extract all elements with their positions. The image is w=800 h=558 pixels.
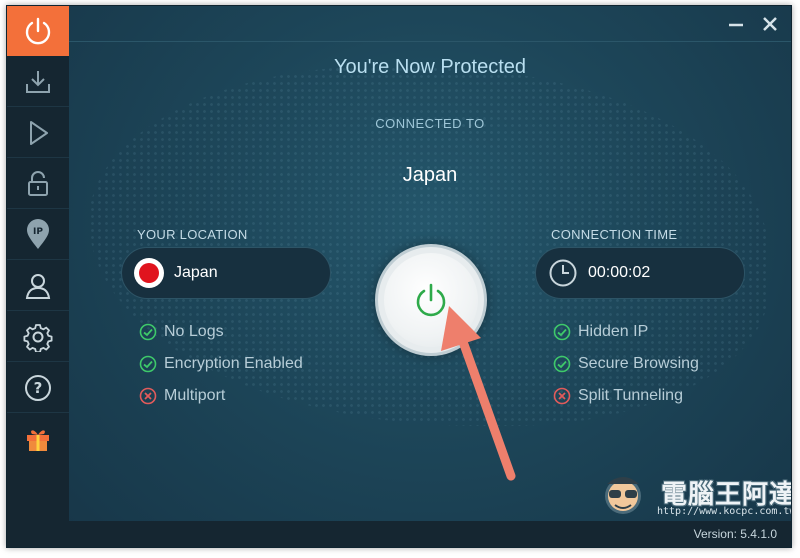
svg-text:IP: IP (33, 227, 43, 237)
version-label: Version: 5.4.1.0 (693, 527, 777, 541)
sidebar-item-download[interactable] (7, 57, 69, 107)
gift-icon (27, 430, 49, 451)
svg-text:?: ? (34, 379, 43, 397)
sidebar-item-play[interactable] (7, 108, 69, 158)
unlock-icon (28, 170, 48, 196)
sidebar-item-settings[interactable] (7, 312, 69, 362)
footer-bar: Version: 5.4.1.0 (69, 521, 791, 547)
sidebar: IP ? (7, 6, 69, 547)
app-window: IP ? You're Now Protected CONNECTED TO J… (6, 5, 792, 548)
power-icon (25, 17, 51, 45)
sidebar-item-gift[interactable] (7, 414, 69, 464)
play-icon (30, 120, 48, 145)
sidebar-item-help[interactable]: ? (7, 363, 69, 413)
ip-pin-icon: IP (27, 218, 49, 249)
help-icon: ? (25, 374, 51, 401)
sidebar-item-power[interactable] (7, 6, 69, 56)
sidebar-item-ip[interactable]: IP (7, 210, 69, 260)
gear-icon (23, 323, 53, 352)
download-icon (26, 70, 50, 93)
sidebar-item-account[interactable] (7, 261, 69, 311)
mascot-logo-icon (605, 477, 641, 514)
annotation-arrow (441, 306, 516, 481)
sidebar-item-unlock[interactable] (7, 159, 69, 209)
watermark-url: http://www.kocpc.com.tw (657, 506, 792, 517)
main-panel: You're Now Protected CONNECTED TO Japan … (69, 6, 791, 547)
watermark: 電腦王阿達 http://www.kocpc.com.tw (597, 470, 792, 522)
user-icon (25, 273, 51, 299)
